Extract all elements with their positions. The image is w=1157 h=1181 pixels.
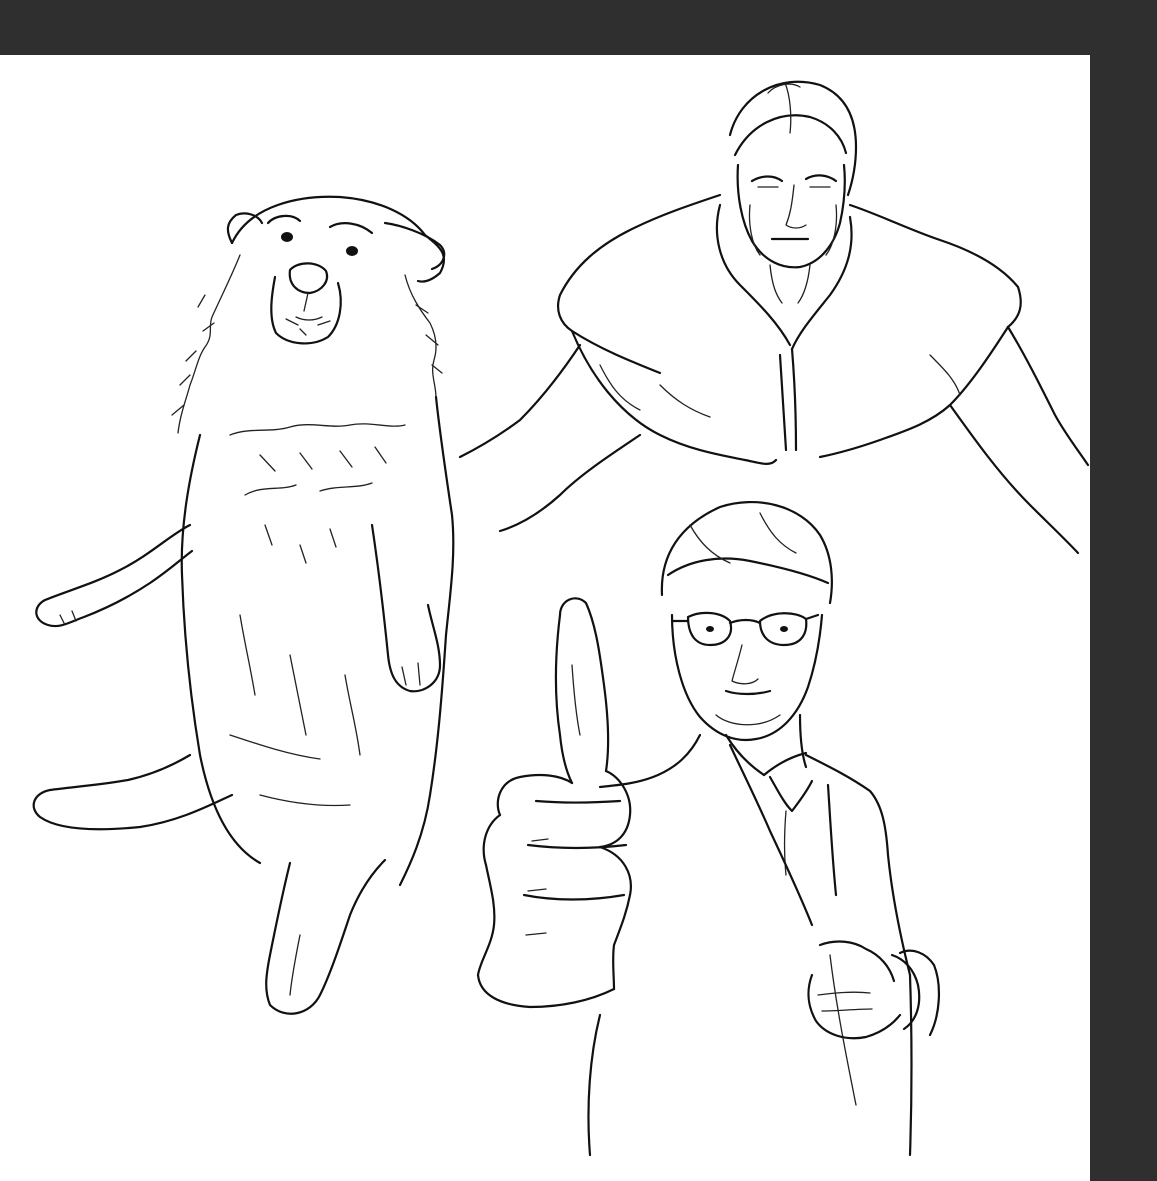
right-side-panel bbox=[1090, 55, 1157, 1181]
drawing-app-window bbox=[0, 0, 1157, 1181]
sketch-artwork bbox=[32, 80, 1090, 1157]
top-toolbar bbox=[0, 0, 1157, 55]
caped-man-sketch bbox=[458, 80, 1090, 555]
dog-sketch bbox=[32, 195, 455, 1015]
thumbs-up-man-sketch bbox=[476, 500, 941, 1157]
drawing-canvas[interactable] bbox=[0, 55, 1090, 1181]
